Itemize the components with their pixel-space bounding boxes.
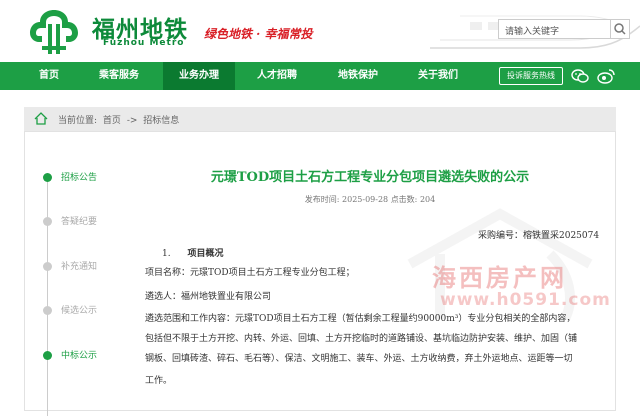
timeline-dot [43, 306, 52, 315]
breadcrumb-current[interactable]: 招标信息 [143, 116, 179, 126]
sidebar-item-label: 答疑纪要 [61, 217, 98, 227]
project-name-line: 项目名称：元璟TOD项目土石方工程专业分包工程； [145, 268, 355, 278]
breadcrumb-home-link[interactable]: 首页 [103, 116, 121, 126]
scope-line-3: 钢板、回填砖渣、碎石、毛石等）、保洁、文明施工、装车、外运、土方收纳费，弃土外运… [145, 354, 573, 364]
breadcrumb-path: 当前位置: 首页 -> 招标信息 [58, 113, 182, 126]
sidebar-timeline-line [47, 176, 48, 416]
complaint-hotline-button[interactable]: 投诉服务热线 [499, 67, 563, 85]
fuzhou-metro-logo-icon[interactable] [28, 6, 80, 58]
slogan: 绿色地铁 · 幸福常投 [204, 27, 313, 41]
nav-item-home[interactable]: 首页 [24, 62, 74, 90]
weibo-icon[interactable] [596, 67, 616, 85]
section-heading: 1. 项目概况 [162, 246, 223, 259]
article-title: 元璟TOD项目土石方工程专业分包项目遴选失败的公示 [210, 170, 530, 185]
section-number: 1. [162, 249, 171, 259]
sidebar-item-label: 补充通知 [61, 262, 98, 272]
clicks-label: 点击数: [390, 195, 418, 204]
sidebar-item-label: 中标公示 [61, 351, 98, 361]
section-title: 项目概况 [187, 249, 224, 259]
clicks-count: 204 [419, 195, 436, 204]
scope-line-4: 工作。 [145, 376, 173, 386]
nav-item-careers[interactable]: 人才招聘 [245, 62, 309, 90]
nav-item-business[interactable]: 业务办理 [163, 62, 235, 90]
search-icon [614, 23, 626, 35]
site-header: 福州地铁 Fuzhou Metro 绿色地铁 · 幸福常投 请输入关键字 [0, 0, 640, 62]
sidebar-item-label: 招标公告 [61, 173, 98, 183]
breadcrumb-separator: -> [126, 116, 138, 126]
search-input[interactable]: 请输入关键字 [498, 19, 610, 39]
scope-line-2: 包括但不限于土方开挖、内转、外运、回填、土方开挖临时的道路铺设、基坑临边防护安装… [145, 334, 578, 344]
timeline-dot [43, 217, 52, 226]
selector-line: 遴选人：福州地铁置业有限公司 [145, 292, 272, 302]
sidebar-item-label: 候选公示 [61, 306, 98, 316]
nav-item-passenger-service[interactable]: 乘客服务 [86, 62, 152, 90]
publish-label: 发布时间: [304, 195, 340, 204]
breadcrumb-prefix: 当前位置: [58, 116, 98, 126]
article-meta: 发布时间: 2025-09-28 点击数: 204 [140, 194, 600, 205]
publish-date: 2025-09-28 [342, 195, 389, 204]
timeline-dot [43, 262, 52, 271]
procurement-number: 采购编号：榕铁置采2025074 [478, 231, 600, 241]
breadcrumb: 当前位置: 首页 -> 招标信息 [24, 107, 616, 131]
home-icon[interactable] [34, 112, 48, 125]
logo-subtitle: Fuzhou Metro [103, 38, 185, 48]
scope-line-1: 遴选范围和工作内容：元璟TOD项目土石方工程（暂估剩余工程量约90000m³）专… [145, 314, 576, 324]
wechat-icon[interactable] [570, 67, 590, 85]
timeline-dot [43, 173, 52, 182]
timeline-dot [43, 351, 52, 360]
search-button[interactable] [610, 19, 630, 39]
nav-item-about[interactable]: 关于我们 [406, 62, 470, 90]
nav-item-metro-protection[interactable]: 地铁保护 [326, 62, 390, 90]
